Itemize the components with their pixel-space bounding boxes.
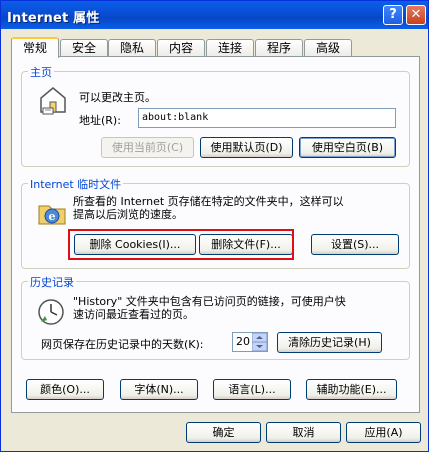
- accessibility-button[interactable]: 辅助功能(E)...: [306, 379, 397, 400]
- cancel-button[interactable]: 取消: [266, 422, 341, 443]
- home-page-group: 主页 可以更改主页。 地址(R): about:blank 使用当前页(C) 使…: [21, 64, 410, 167]
- fonts-button[interactable]: 字体(N)...: [120, 379, 198, 400]
- temp-description-line2: 提高以后浏览的速度。: [73, 208, 183, 221]
- tab-privacy[interactable]: 隐私: [108, 39, 156, 57]
- tab-general[interactable]: 常规: [11, 37, 59, 58]
- close-button[interactable]: ✕: [406, 5, 426, 25]
- settings-button[interactable]: 设置(S)...: [311, 234, 399, 255]
- home-description: 可以更改主页。: [79, 91, 156, 104]
- tab-content[interactable]: 内容: [157, 39, 205, 57]
- apply-button[interactable]: 应用(A): [346, 422, 421, 443]
- tab-security[interactable]: 安全: [60, 39, 108, 57]
- history-group-label: 历史记录: [28, 274, 76, 290]
- history-group: 历史记录 "History" 文件夹中包含有已访问页的链接，可使用户快 速访问最…: [21, 274, 410, 360]
- tab-programs[interactable]: 程序: [255, 39, 303, 57]
- tab-connections[interactable]: 连接: [206, 39, 254, 57]
- home-page-group-label: 主页: [28, 64, 54, 80]
- use-current-button[interactable]: 使用当前页(C): [101, 137, 194, 158]
- ie-folder-icon: e: [38, 205, 66, 225]
- home-icon: [40, 87, 66, 115]
- window-title: Internet 属性: [7, 11, 100, 26]
- days-label: 网页保存在历史记录中的天数(K):: [41, 338, 204, 351]
- history-description-line2: 速访问最近查看过的页。: [73, 308, 194, 321]
- use-blank-button[interactable]: 使用空白页(B): [299, 137, 396, 158]
- svg-text:e: e: [49, 210, 56, 223]
- history-clock-icon: [38, 299, 64, 325]
- use-default-button[interactable]: 使用默认页(D): [200, 137, 293, 158]
- highlight-box: [68, 229, 294, 260]
- title-bar[interactable]: Internet 属性 ? ✕: [1, 1, 428, 29]
- address-label: 地址(R):: [79, 114, 121, 127]
- ok-button[interactable]: 确定: [186, 422, 261, 443]
- internet-properties-window: Internet 属性 ? ✕ 常规 安全 隐私 内容 连接 程序 高级 主页 …: [0, 0, 429, 452]
- clear-history-button[interactable]: 清除历史记录(H): [277, 332, 382, 353]
- spin-updown-icon[interactable]: [252, 333, 267, 351]
- address-input[interactable]: about:blank: [138, 108, 396, 128]
- colors-button[interactable]: 颜色(O)...: [26, 379, 104, 400]
- tab-advanced[interactable]: 高级: [304, 39, 352, 57]
- help-button[interactable]: ?: [383, 5, 403, 25]
- languages-button[interactable]: 语言(L)...: [213, 379, 291, 400]
- temp-files-group-label: Internet 临时文件: [28, 176, 124, 192]
